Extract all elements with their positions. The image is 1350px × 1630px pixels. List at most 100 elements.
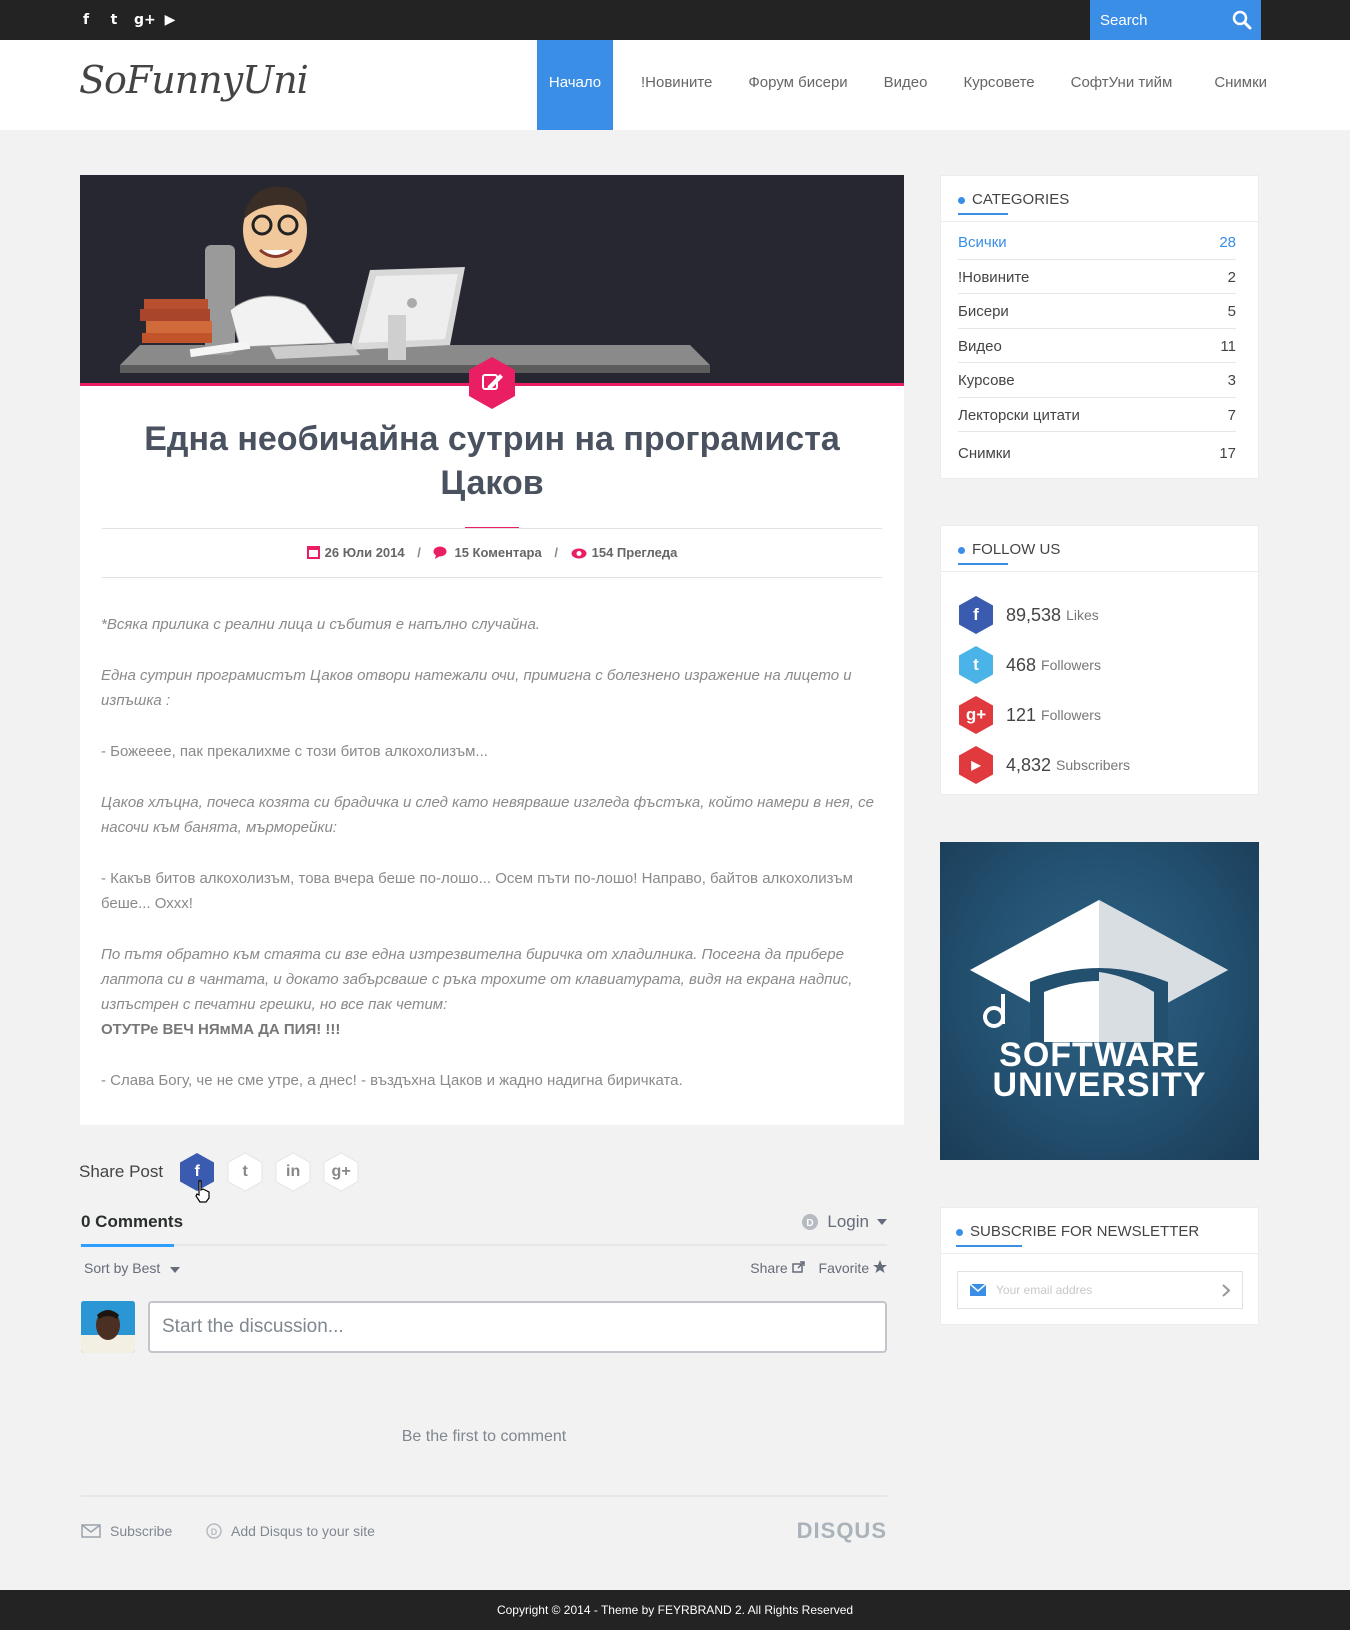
graduation-cap-logo <box>970 900 1228 1042</box>
comment-input[interactable] <box>148 1301 887 1353</box>
meta-divider-top <box>102 528 882 529</box>
tab-comments[interactable]: 0 Comments <box>81 1212 183 1232</box>
chevron-right-icon[interactable] <box>1222 1284 1230 1297</box>
meta-separator: / <box>417 545 421 560</box>
disqus-logo[interactable]: DISQUS <box>797 1518 887 1544</box>
post-paragraph: - Какъв битов алкохолизъм, това вчера бе… <box>101 870 853 912</box>
youtube-glyph: ▶ <box>971 758 981 772</box>
follow-us-widget: FOLLOW US f 89,538 Likes t 468 Followers g… <box>940 525 1259 795</box>
add-disqus-label: Add Disqus to your site <box>231 1523 375 1539</box>
post-body: *Всяка прилика с реални лица и събития е… <box>101 612 881 1119</box>
search-input[interactable] <box>1090 0 1220 40</box>
follow-google-plus[interactable]: g+ 121 Followers <box>958 690 1258 740</box>
follow-twitter[interactable]: t 468 Followers <box>958 640 1258 690</box>
top-social-links: f t g+ ▶ <box>78 11 178 29</box>
nav-item-photos[interactable]: Снимки <box>1196 40 1267 130</box>
main-nav: Начало !Новините Форум бисери Видео Курс… <box>537 40 1267 130</box>
site-logo[interactable]: SoFunnyUni <box>79 58 309 102</box>
post-title: Една необичайна сутрин на програмиста Ца… <box>144 420 840 502</box>
add-disqus-link[interactable]: D Add Disqus to your site <box>206 1523 375 1539</box>
category-name: Всички <box>958 234 1007 251</box>
facebook-glyph: f <box>973 605 979 624</box>
categories-widget: CATEGORIES Всички 28 !Новините 2 Бисери 5 В… <box>940 175 1259 479</box>
share-label: Share Post <box>79 1162 164 1181</box>
share-twitter-button[interactable]: t <box>227 1152 263 1192</box>
twitter-icon[interactable]: t <box>106 11 122 29</box>
subscribe-link[interactable]: Subscribe <box>81 1523 172 1539</box>
avatar[interactable] <box>81 1301 135 1353</box>
newsletter-form <box>957 1271 1243 1309</box>
widget-title: FOLLOW US <box>972 541 1061 558</box>
post-paragraph: Една сутрин програмистът Цаков отвори на… <box>101 667 852 709</box>
widget-header: FOLLOW US <box>941 526 1258 572</box>
chevron-down-icon <box>877 1219 887 1225</box>
follow-count: 468 <box>1006 654 1037 675</box>
follow-facebook[interactable]: f 89,538 Likes <box>958 590 1258 640</box>
category-item[interactable]: Всички 28 <box>958 225 1236 260</box>
google-plus-icon: g+ <box>958 695 994 735</box>
search-box <box>1090 0 1261 40</box>
category-count: 17 <box>1219 445 1236 462</box>
envelope-icon <box>81 1524 101 1538</box>
google-plus-icon[interactable]: g+ <box>134 11 156 29</box>
twitter-icon: t <box>958 645 994 685</box>
email-field[interactable] <box>996 1272 1216 1308</box>
nav-item-video[interactable]: Видео <box>866 40 946 130</box>
post-meta: 26 Юли 2014 / 15 Коментара / 154 Преглед… <box>80 545 904 560</box>
category-name: Курсове <box>958 372 1015 389</box>
category-item[interactable]: Бисери 5 <box>958 294 1236 329</box>
eye-icon <box>571 548 587 559</box>
calendar-icon <box>306 546 320 559</box>
search-icon[interactable] <box>1232 10 1252 30</box>
disqus-icon: D <box>802 1214 819 1230</box>
share-icon <box>791 1261 805 1273</box>
nav-item-team[interactable]: СофтУни тийм <box>1053 40 1191 130</box>
share-thread-button[interactable]: Share <box>750 1260 805 1276</box>
nav-item-forum[interactable]: Форум бисери <box>730 40 865 130</box>
share-google-plus-button[interactable]: g+ <box>323 1152 359 1192</box>
category-item[interactable]: Лекторски цитати 7 <box>958 398 1236 432</box>
follow-youtube[interactable]: ▶ 4,832 Subscribers <box>958 740 1258 790</box>
login-menu[interactable]: D Login <box>801 1212 887 1232</box>
category-item[interactable]: Снимки 17 <box>958 432 1236 474</box>
chevron-down-icon <box>170 1267 181 1273</box>
copyright-text: Copyright © 2014 - Theme by FEYRBRAND 2.… <box>496 1603 854 1617</box>
post-paragraph: *Всяка прилика с реални лица и събития е… <box>101 616 540 633</box>
banner-line-2: UNIVERSITY <box>992 1066 1207 1104</box>
google-plus-glyph: g+ <box>965 705 987 724</box>
nav-item-news[interactable]: !Новините <box>623 40 730 130</box>
subscribe-label: Subscribe <box>110 1523 173 1539</box>
post-paragraph-bold: ОТУТРе ВЕЧ НЯмМА ДА ПИЯ! !!! <box>101 1021 341 1038</box>
category-item[interactable]: !Новините 2 <box>958 260 1236 294</box>
category-item[interactable]: Курсове 3 <box>958 363 1236 398</box>
post-comments-count[interactable]: 15 Коментара <box>454 545 541 560</box>
category-count: 7 <box>1227 406 1236 424</box>
post-paragraph: - Божееее, пак прекалихме с този битов а… <box>101 743 488 760</box>
youtube-icon[interactable]: ▶ <box>162 11 178 29</box>
nav-item-courses[interactable]: Курсовете <box>946 40 1053 130</box>
category-name: Снимки <box>958 445 1011 462</box>
envelope-icon <box>970 1284 986 1296</box>
title-underline <box>958 563 1008 565</box>
post-date: 26 Юли 2014 <box>324 545 405 560</box>
title-underline <box>956 1245 1022 1247</box>
widget-header: CATEGORIES <box>941 176 1258 222</box>
follow-label: Followers <box>1041 657 1101 673</box>
category-name: Лекторски цитати <box>958 406 1080 424</box>
favorite-button[interactable]: Favorite <box>819 1260 887 1276</box>
hand-cursor-icon <box>195 1180 210 1203</box>
facebook-icon[interactable]: f <box>78 11 94 29</box>
software-university-banner[interactable]: SOFTWARE UNIVERSITY <box>940 842 1259 1160</box>
nav-item-home[interactable]: Начало <box>537 40 613 130</box>
widget-title: CATEGORIES <box>972 191 1070 208</box>
category-item[interactable]: Видео 11 <box>958 329 1236 363</box>
top-bar: f t g+ ▶ <box>0 0 1350 40</box>
share-linkedin-button[interactable]: in <box>275 1152 311 1192</box>
thread-actions: Share Favorite <box>750 1260 887 1276</box>
sort-dropdown[interactable]: Sort by Best <box>84 1260 181 1276</box>
svg-text:D: D <box>211 1527 218 1537</box>
site-footer: Copyright © 2014 - Theme by FEYRBRAND 2.… <box>0 1590 1350 1630</box>
disqus-icon: D <box>206 1523 222 1539</box>
category-count: 11 <box>1220 337 1236 355</box>
category-list: Всички 28 !Новините 2 Бисери 5 Видео 11 Курс… <box>941 222 1258 474</box>
